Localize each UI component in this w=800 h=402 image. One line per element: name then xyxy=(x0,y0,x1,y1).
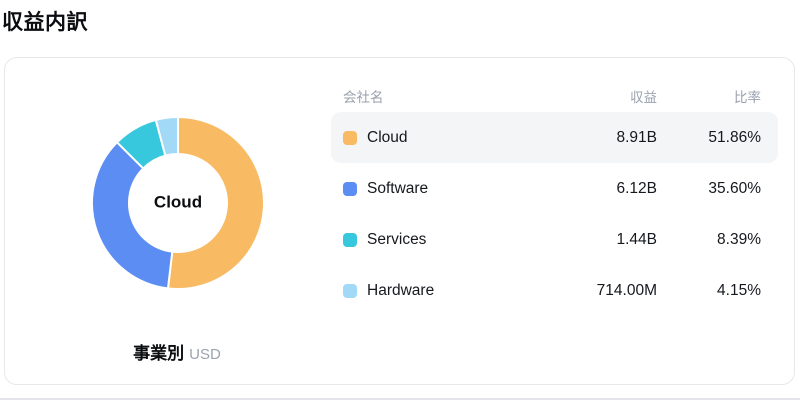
series-name: Software xyxy=(367,179,429,197)
series-revenue: 1.44B xyxy=(616,230,657,248)
series-color-swatch xyxy=(343,130,357,145)
series-name: Cloud xyxy=(367,128,408,146)
table-row-hardware[interactable]: Hardware 714.00M 4.15% xyxy=(331,265,778,316)
chart-caption: 事業別 USD xyxy=(133,339,221,364)
donut-segment-software[interactable] xyxy=(91,141,174,290)
donut-segment-cloud[interactable] xyxy=(166,116,266,290)
page: 収益内訳 Cloud 事業別 USD 会社名 収益 比率 Cloud 8.91B … xyxy=(0,0,800,402)
series-name: Services xyxy=(367,230,427,248)
series-ratio: 51.86% xyxy=(708,128,761,146)
donut-chart: Cloud xyxy=(89,114,267,292)
table-body: Cloud 8.91B 51.86% Software 6.12B 35.60%… xyxy=(331,112,778,316)
series-revenue: 714.00M xyxy=(596,281,657,299)
series-color-swatch xyxy=(343,232,357,247)
revenue-breakdown-card: Cloud 事業別 USD 会社名 収益 比率 Cloud 8.91B 51.86… xyxy=(4,57,795,385)
page-title: 収益内訳 xyxy=(2,11,88,34)
series-ratio: 8.39% xyxy=(717,230,761,248)
table-row-software[interactable]: Software 6.12B 35.60% xyxy=(331,163,778,214)
table-header-ratio: 比率 xyxy=(734,90,761,105)
chart-caption-label: 事業別 xyxy=(133,344,185,363)
series-color-swatch xyxy=(343,283,357,298)
table-header-revenue: 収益 xyxy=(630,90,657,105)
series-color-swatch xyxy=(343,181,357,196)
chart-caption-unit: USD xyxy=(189,346,221,363)
breakdown-table: 会社名 収益 比率 Cloud 8.91B 51.86% Software 6.… xyxy=(331,80,778,316)
table-row-cloud[interactable]: Cloud 8.91B 51.86% xyxy=(331,112,778,163)
series-revenue: 8.91B xyxy=(616,128,657,146)
table-header-name: 会社名 xyxy=(343,90,384,105)
series-revenue: 6.12B xyxy=(616,179,657,197)
bottom-divider xyxy=(0,398,800,400)
table-row-services[interactable]: Services 1.44B 8.39% xyxy=(331,214,778,265)
series-ratio: 4.15% xyxy=(717,281,761,299)
series-name: Hardware xyxy=(367,281,435,299)
donut-chart-svg xyxy=(91,116,266,290)
table-header-row: 会社名 収益 比率 xyxy=(331,80,778,112)
series-ratio: 35.60% xyxy=(708,179,761,197)
